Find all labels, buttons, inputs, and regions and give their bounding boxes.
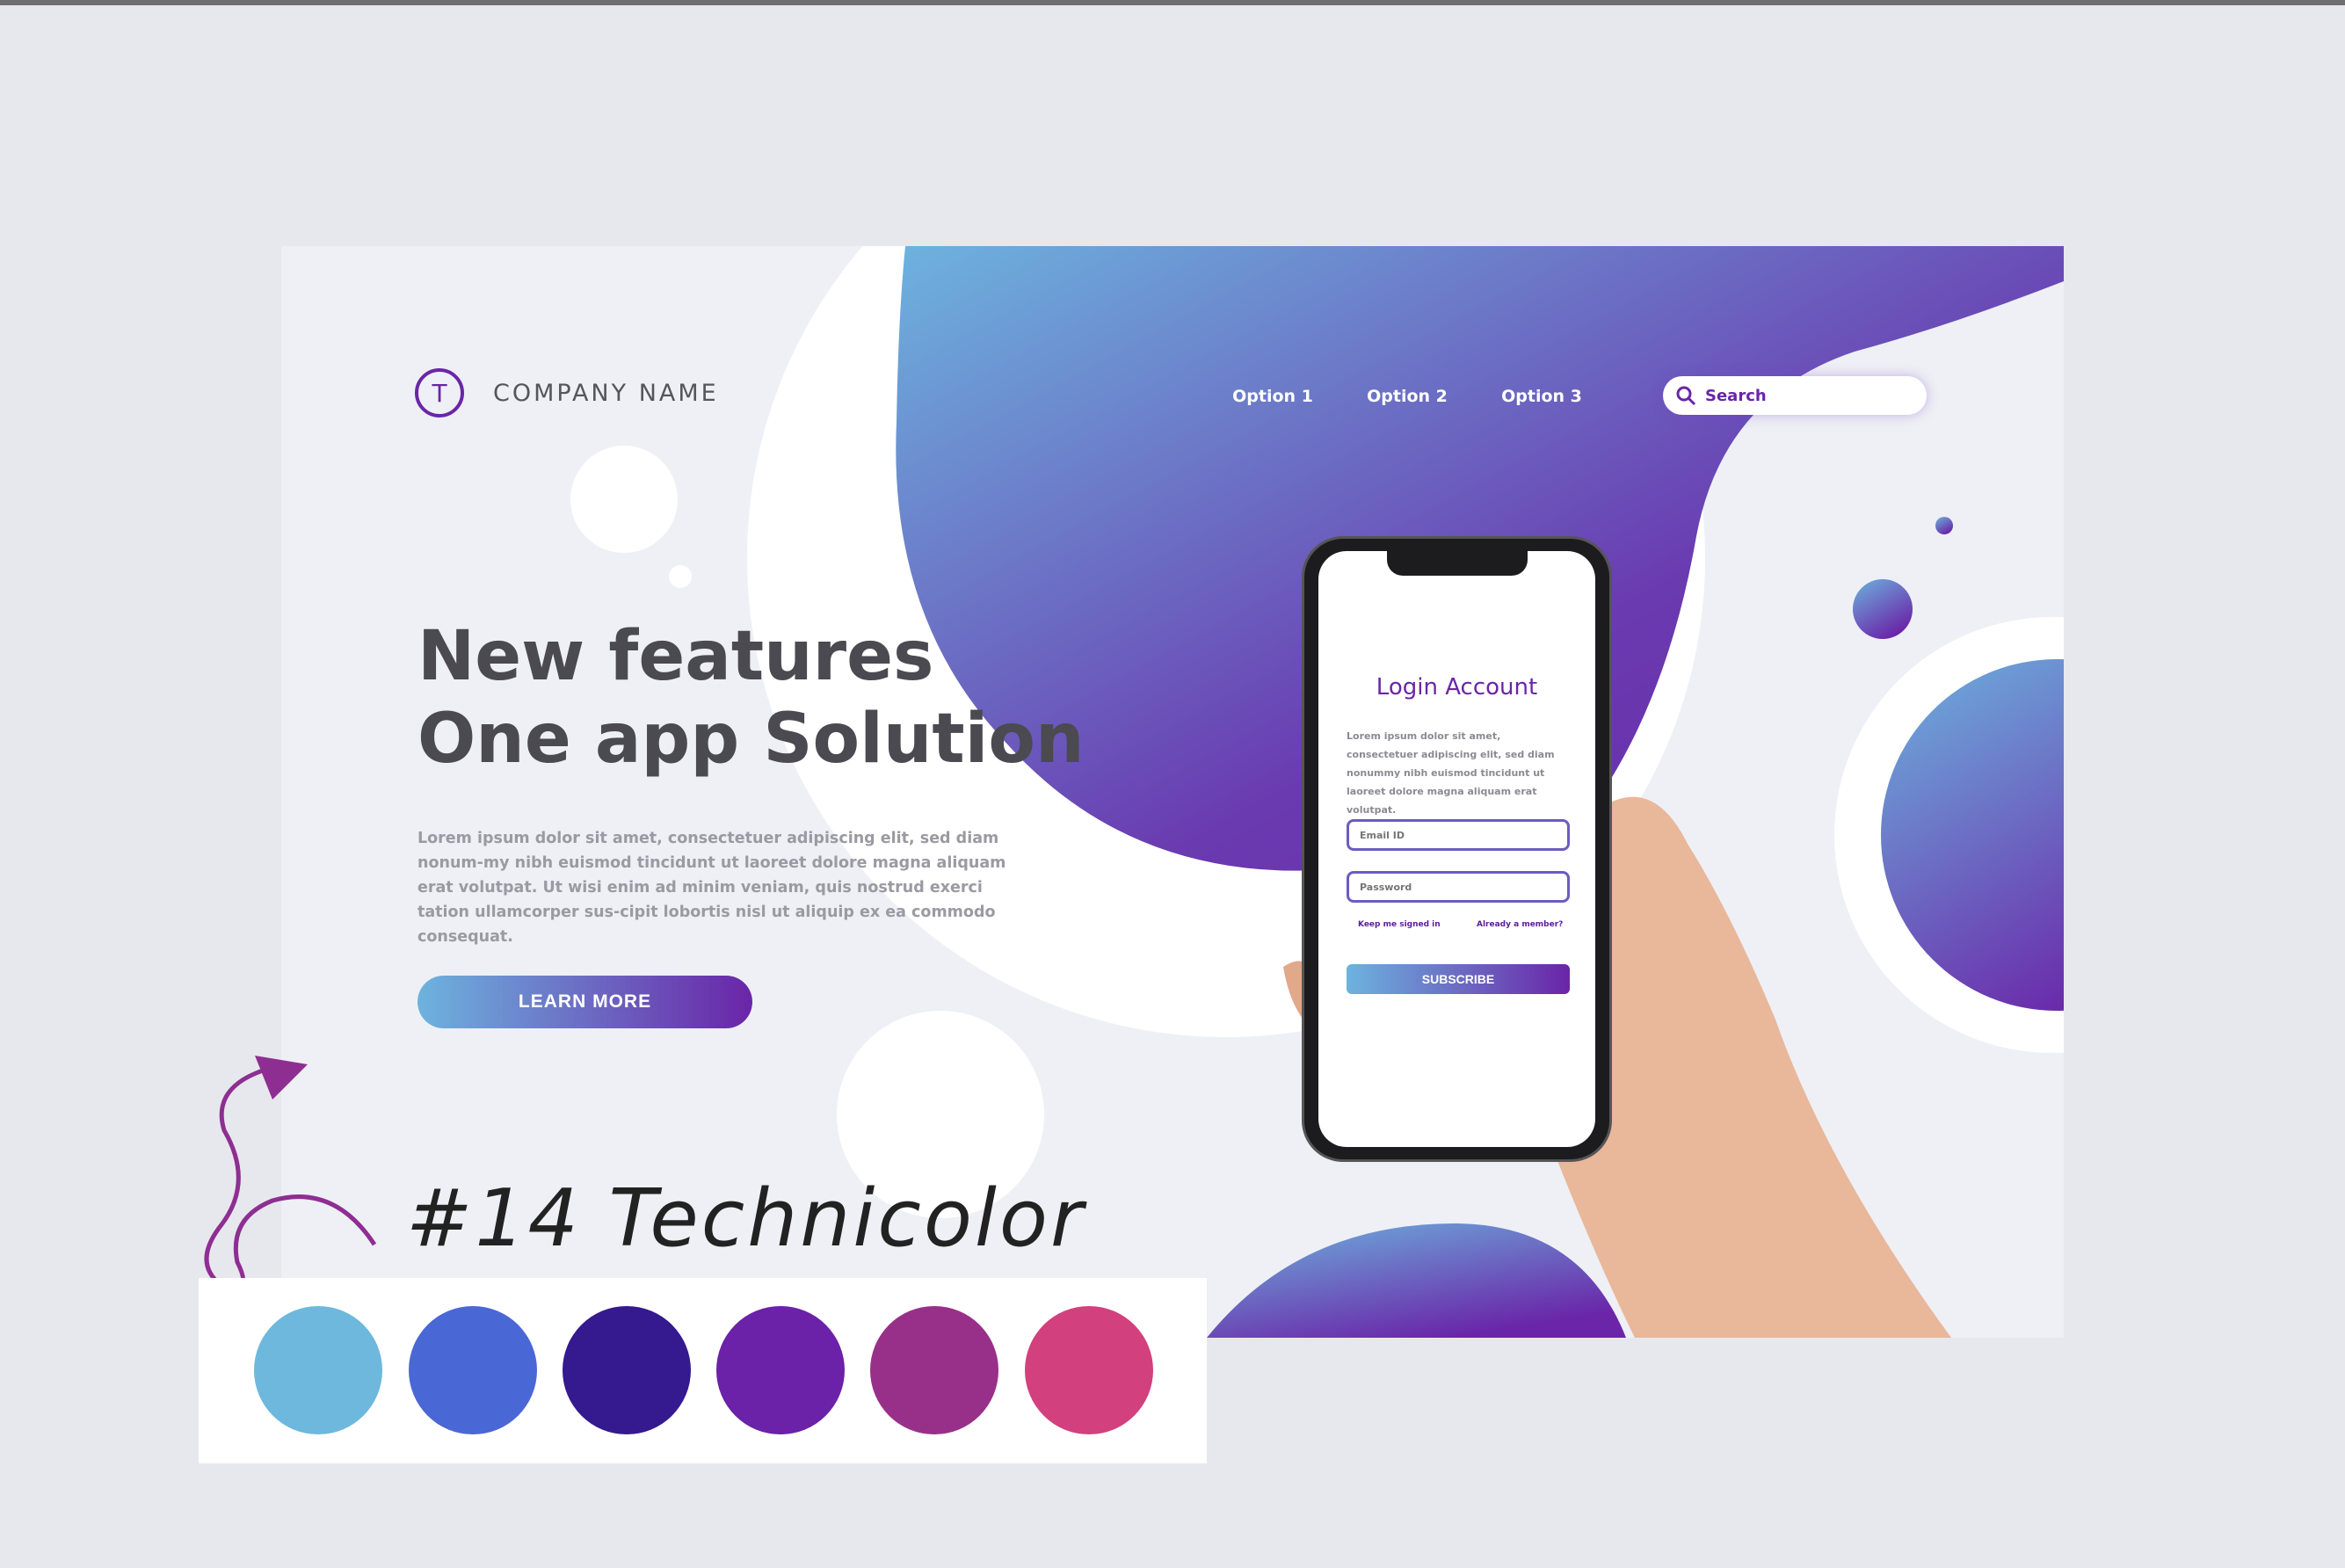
login-title: Login Account <box>1376 674 1538 701</box>
swatch-6 <box>1025 1306 1153 1434</box>
phone-notch <box>1387 551 1528 576</box>
email-field[interactable] <box>1347 819 1570 851</box>
gradient-blob-bottom <box>1207 1223 1626 1338</box>
swatch-5 <box>870 1306 998 1434</box>
color-palette <box>199 1278 1207 1463</box>
keep-signed-in-link[interactable]: Keep me signed in <box>1358 920 1441 929</box>
curly-arrow-icon <box>204 1056 377 1290</box>
swatch-3 <box>563 1306 691 1434</box>
swatch-2 <box>409 1306 537 1434</box>
nav-option-3[interactable]: Option 3 <box>1501 387 1582 406</box>
logo-letter: T <box>432 378 447 408</box>
logo[interactable]: T <box>415 368 464 417</box>
search-icon <box>1676 386 1696 406</box>
swatch-1 <box>254 1306 382 1434</box>
nav-option-1[interactable]: Option 1 <box>1232 387 1313 406</box>
headline: New features One app Solution <box>417 617 1085 779</box>
search-input[interactable]: Search <box>1663 376 1927 415</box>
already-member-link[interactable]: Already a member? <box>1477 920 1563 929</box>
subscribe-button[interactable]: SUBSCRIBE <box>1347 964 1570 994</box>
nav-option-2[interactable]: Option 2 <box>1367 387 1448 406</box>
company-name: COMPANY NAME <box>493 380 719 407</box>
learn-more-button[interactable]: LEARN MORE <box>417 976 752 1028</box>
password-field[interactable] <box>1347 871 1570 903</box>
hero-paragraph: Lorem ipsum dolor sit amet, consectetuer… <box>417 830 1006 946</box>
search-placeholder: Search <box>1705 386 1767 405</box>
swatch-4 <box>716 1306 845 1434</box>
palette-title: #14 Technicolor <box>406 1172 1085 1265</box>
phone-screen: Login Account Lorem ipsum dolor sit amet… <box>1318 551 1595 1147</box>
login-description: Lorem ipsum dolor sit amet, consectetuer… <box>1347 730 1555 816</box>
phone-mockup: Login Account Lorem ipsum dolor sit amet… <box>1304 539 1609 1159</box>
